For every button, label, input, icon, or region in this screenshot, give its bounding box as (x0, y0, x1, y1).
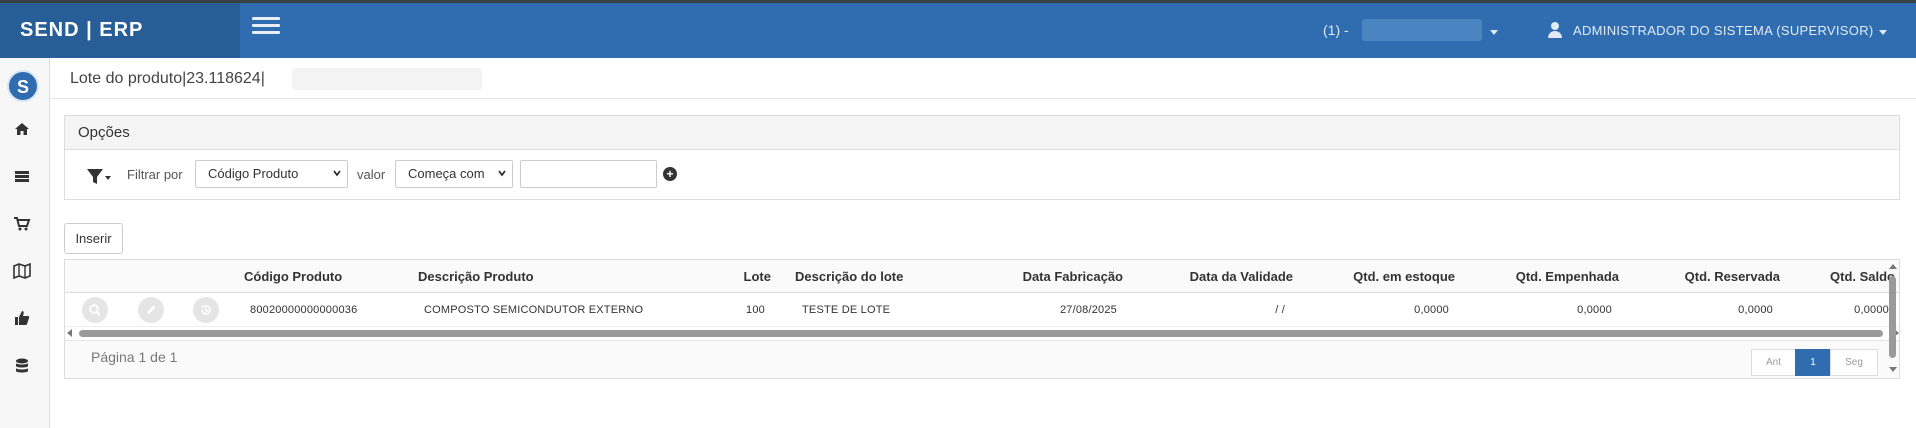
list-icon[interactable] (10, 164, 34, 188)
column-header[interactable]: Qtd. em estoque (1295, 260, 1455, 293)
database-icon[interactable] (10, 354, 34, 378)
column-header[interactable]: Qtd. Reservada (1625, 260, 1780, 293)
filter-row: Filtrar por Código Produto valor Começa … (65, 160, 1899, 190)
history-icon (201, 305, 211, 315)
pagination-page-button[interactable]: 1 (1795, 349, 1831, 376)
cell-data-validade: / / (1275, 304, 1285, 316)
pencil-icon (147, 305, 156, 314)
scrollbar-thumb[interactable] (1889, 276, 1896, 358)
chevron-down-icon (498, 170, 506, 177)
column-header[interactable]: Data da Validade (1135, 260, 1293, 293)
brand-logo[interactable]: SEND | ERP (0, 3, 240, 58)
search-icon (89, 304, 101, 316)
home-icon[interactable] (10, 117, 34, 141)
company-selector-label[interactable]: (1) - (1323, 3, 1349, 58)
data-grid: Código Produto Descrição Produto Lote De… (64, 259, 1900, 379)
vertical-scrollbar[interactable] (1888, 262, 1898, 374)
cell-qtd-empenhada: 0,0000 (1577, 304, 1612, 316)
pagination-prev-button[interactable]: Ant (1751, 349, 1796, 376)
map-icon[interactable] (10, 259, 34, 283)
pagination-next-button[interactable]: Seg (1830, 349, 1878, 376)
cell-qtd-reservada: 0,0000 (1738, 304, 1773, 316)
cell-descricao: COMPOSTO SEMICONDUTOR EXTERNO (424, 304, 644, 316)
company-name-redacted[interactable] (1362, 19, 1482, 41)
edit-button[interactable] (138, 297, 164, 323)
thumbs-up-icon[interactable] (10, 306, 34, 330)
match-mode-select[interactable]: Começa com (395, 160, 513, 188)
horizontal-scrollbar[interactable] (65, 328, 1901, 338)
sidebar: S (0, 58, 50, 428)
column-header[interactable]: Qtd. Empenhada (1465, 260, 1619, 293)
user-icon (1548, 22, 1562, 38)
column-header[interactable]: Lote (715, 260, 771, 293)
cell-data-fabricacao: 27/08/2025 (1059, 304, 1117, 316)
insert-button[interactable]: Inserir (64, 223, 123, 254)
user-menu[interactable]: ADMINISTRADOR DO SISTEMA (SUPERVISOR) (1573, 3, 1874, 58)
grid-footer: Página 1 de 1 Ant 1 Seg (65, 340, 1899, 378)
top-navbar: SEND | ERP (1) - ADMINISTRADOR DO SISTEM… (0, 0, 1916, 58)
grid-header: Código Produto Descrição Produto Lote De… (65, 260, 1899, 293)
cell-codigo: 80020000000000036 (250, 304, 358, 316)
scrollbar-thumb[interactable] (79, 330, 1883, 337)
add-filter-icon[interactable]: + (663, 167, 677, 181)
column-header[interactable]: Qtd. Saldo (1790, 260, 1895, 293)
filter-icon[interactable] (85, 167, 113, 187)
scroll-up-icon[interactable] (1889, 264, 1897, 269)
search-value-input[interactable] (520, 160, 657, 188)
pagination-info: Página 1 de 1 (91, 349, 178, 365)
product-name-redacted (292, 68, 482, 90)
sidebar-logo[interactable]: S (7, 70, 39, 102)
options-panel: Opções Filtrar por Código Produto valor … (64, 115, 1900, 200)
cell-qtd-saldo: 0,0000 (1854, 304, 1889, 316)
cart-icon[interactable] (10, 212, 34, 236)
divider (50, 98, 1916, 99)
column-header[interactable]: Código Produto (244, 260, 342, 293)
chevron-down-icon[interactable] (1879, 30, 1887, 35)
scroll-left-icon[interactable] (67, 329, 72, 337)
column-header[interactable]: Descrição do lote (795, 260, 903, 293)
table-row[interactable]: 80020000000000036 COMPOSTO SEMICONDUTOR … (65, 293, 1899, 327)
menu-toggle-button[interactable] (252, 17, 280, 41)
chevron-down-icon[interactable] (1490, 30, 1498, 35)
filter-by-label: Filtrar por (127, 167, 183, 182)
value-label: valor (357, 167, 386, 182)
column-header[interactable]: Descrição Produto (418, 260, 534, 293)
filter-field-value: Código Produto (208, 166, 299, 181)
history-button[interactable] (193, 297, 219, 323)
scroll-down-icon[interactable] (1889, 367, 1897, 372)
cell-descricao-lote: TESTE DE LOTE (802, 304, 891, 316)
chevron-down-icon (333, 170, 341, 177)
match-mode-value: Começa com (408, 166, 485, 181)
page-title: Lote do produto|23.118624| (70, 70, 265, 87)
cell-qtd-estoque: 0,0000 (1414, 304, 1449, 316)
view-button[interactable] (82, 297, 108, 323)
cell-lote: 100 (746, 304, 765, 316)
options-panel-title: Opções (65, 116, 1899, 150)
column-header[interactable]: Data Fabricação (965, 260, 1123, 293)
filter-field-select[interactable]: Código Produto (195, 160, 348, 188)
